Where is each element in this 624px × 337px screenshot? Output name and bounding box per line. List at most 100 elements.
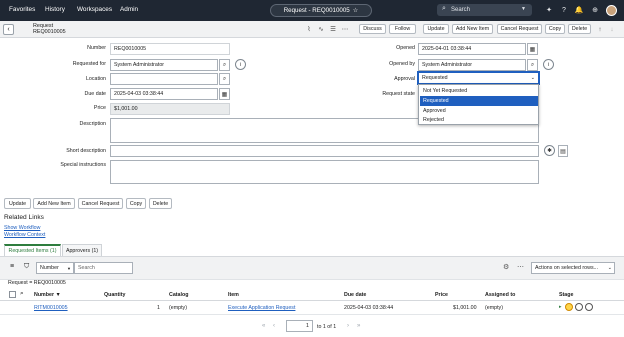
nav-history[interactable]: History xyxy=(45,6,65,13)
list-search-input[interactable]: Search xyxy=(74,262,133,274)
column-header-catalog[interactable]: Catalog xyxy=(169,292,188,298)
form-record-number: REQ0010005 xyxy=(33,29,66,35)
settings-sliders-icon[interactable]: ☰ xyxy=(328,24,338,34)
actions-select[interactable]: Actions on selected rows... ⌄ xyxy=(531,262,615,274)
calendar-icon[interactable]: ▦ xyxy=(527,43,538,55)
arrow-down-icon[interactable]: ↓ xyxy=(607,24,617,34)
back-arrow-icon[interactable]: ‹ xyxy=(3,24,14,35)
search-icon[interactable]: ⌕ xyxy=(20,290,24,298)
row-item-link[interactable]: Execute Application Request xyxy=(228,305,295,311)
related-links-heading: Related Links xyxy=(4,214,44,221)
stage-in-progress-icon xyxy=(565,303,573,311)
column-header-assigned-to[interactable]: Assigned to xyxy=(485,292,515,298)
chevron-down-icon: ▼ xyxy=(67,266,71,271)
record-title-pill[interactable]: Request - REQ0010005 ☆ xyxy=(270,4,372,17)
globe-icon[interactable]: ⊕ xyxy=(590,5,600,15)
tab-approvers[interactable]: Approvers (1) xyxy=(62,244,102,256)
column-header-quantity[interactable]: Quantity xyxy=(104,292,125,298)
chevron-down-icon[interactable]: ▼ xyxy=(521,6,526,12)
show-workflow-link[interactable]: Show Workflow xyxy=(4,225,40,231)
cancel-request-button[interactable]: Cancel Request xyxy=(497,24,542,34)
search-icon[interactable]: ⌕ xyxy=(219,59,230,71)
attachment-icon[interactable]: ⌇ xyxy=(304,24,314,34)
opened-label: Opened xyxy=(396,45,415,51)
due-date-field[interactable]: 2025-04-03 03:38:44 xyxy=(110,88,218,100)
nav-favorites[interactable]: Favorites xyxy=(9,6,35,13)
nav-workspaces[interactable]: Workspaces xyxy=(77,6,112,13)
info-icon[interactable]: i xyxy=(543,59,554,70)
page-number-input[interactable]: 1 xyxy=(286,320,313,332)
filter-icon[interactable]: ⛉ xyxy=(24,263,29,271)
approval-option-approved[interactable]: Approved xyxy=(420,106,538,116)
search-icon: ⌕ xyxy=(442,5,446,12)
delete-button[interactable]: Delete xyxy=(568,24,591,34)
select-all-checkbox[interactable] xyxy=(9,291,16,298)
add-new-item-button[interactable]: Add New Item xyxy=(452,24,493,34)
hamburger-menu-icon[interactable]: ≡ xyxy=(10,263,14,270)
arrow-up-icon[interactable]: ↑ xyxy=(595,24,605,34)
global-search-box[interactable]: ⌕ Search ▼ xyxy=(437,4,532,16)
chevron-down-icon: ⌄ xyxy=(530,75,535,81)
star-icon[interactable]: ☆ xyxy=(353,7,359,14)
first-page-icon[interactable]: « xyxy=(262,323,265,329)
discuss-button[interactable]: Discuss xyxy=(359,24,386,34)
update-button-bottom[interactable]: Update xyxy=(4,198,31,209)
opened-field[interactable]: 2025-04-01 03:38:44 xyxy=(418,43,526,55)
last-page-icon[interactable]: » xyxy=(357,323,360,329)
record-title: Request - REQ0010005 xyxy=(283,7,350,14)
search-icon[interactable]: ⌕ xyxy=(219,73,230,85)
activity-icon[interactable]: ∿ xyxy=(316,24,326,34)
copy-button[interactable]: Copy xyxy=(545,24,565,34)
previous-page-icon[interactable]: ‹ xyxy=(273,323,275,329)
notifications-icon[interactable]: 🔔 xyxy=(574,5,584,15)
avatar[interactable] xyxy=(606,5,617,16)
list-breadcrumb[interactable]: Request = REQ0010005 xyxy=(8,280,66,286)
approval-option-rejected[interactable]: Rejected xyxy=(420,115,538,125)
info-icon[interactable]: i xyxy=(235,59,246,70)
gear-icon[interactable]: ⚙ xyxy=(503,263,509,271)
column-header-price[interactable]: Price xyxy=(435,292,448,298)
special-instructions-field[interactable] xyxy=(110,160,539,184)
column-header-due-date[interactable]: Due date xyxy=(344,292,366,298)
list-filter-field-select[interactable]: Number ▼ xyxy=(36,262,74,274)
delete-button-bottom[interactable]: Delete xyxy=(149,198,172,209)
lightbulb-icon[interactable]: ✱ xyxy=(544,145,555,156)
help-icon[interactable]: ? xyxy=(559,5,569,15)
row-due-date: 2025-04-03 03:38:44 xyxy=(344,305,394,311)
sparkle-icon[interactable]: ✦ xyxy=(544,5,554,15)
approval-select[interactable]: Requested ⌄ xyxy=(418,72,539,84)
more-icon[interactable]: ⋯ xyxy=(340,24,350,34)
follow-button[interactable]: Follow xyxy=(389,24,416,34)
tab-requested-items[interactable]: Requested Items (1) xyxy=(4,244,61,256)
number-field[interactable]: REQ0010005 xyxy=(110,43,230,55)
row-number-link[interactable]: RITM0010005 xyxy=(34,305,68,311)
copy-button-bottom[interactable]: Copy xyxy=(126,198,146,209)
approval-option-requested[interactable]: Requested xyxy=(420,96,538,106)
next-page-icon[interactable]: › xyxy=(347,323,349,329)
global-search-input[interactable]: Search xyxy=(451,7,470,13)
location-field[interactable] xyxy=(110,73,218,85)
update-button[interactable]: Update xyxy=(423,24,449,34)
column-header-item[interactable]: Item xyxy=(228,292,239,298)
approval-option-not-yet-requested[interactable]: Not Yet Requested xyxy=(420,86,538,96)
nav-admin[interactable]: Admin xyxy=(120,6,138,13)
workflow-context-link[interactable]: Workflow Context xyxy=(4,232,45,238)
description-label: Description xyxy=(79,121,107,127)
opened-by-field[interactable]: System Administrator xyxy=(418,59,526,71)
cancel-request-button-bottom[interactable]: Cancel Request xyxy=(78,198,123,209)
search-icon[interactable]: ⌕ xyxy=(527,59,538,71)
more-icon[interactable]: ⋯ xyxy=(517,263,524,271)
book-icon[interactable]: ▤ xyxy=(558,145,568,157)
short-description-label: Short description xyxy=(66,148,106,154)
requested-for-field[interactable]: System Administrator xyxy=(110,59,218,71)
due-date-label: Due date xyxy=(84,91,107,97)
opened-by-label: Opened by xyxy=(389,61,415,67)
column-header-stage[interactable]: Stage xyxy=(559,292,573,298)
row-assigned-to: (empty) xyxy=(485,305,503,311)
short-description-field[interactable] xyxy=(110,145,539,157)
calendar-icon[interactable]: ▦ xyxy=(219,88,230,100)
approval-select-value: Requested xyxy=(422,75,448,81)
column-header-number[interactable]: Number ▼ xyxy=(34,292,61,298)
add-new-item-button-bottom[interactable]: Add New Item xyxy=(33,198,75,209)
stage-expand-icon[interactable]: ▸ xyxy=(559,304,562,310)
